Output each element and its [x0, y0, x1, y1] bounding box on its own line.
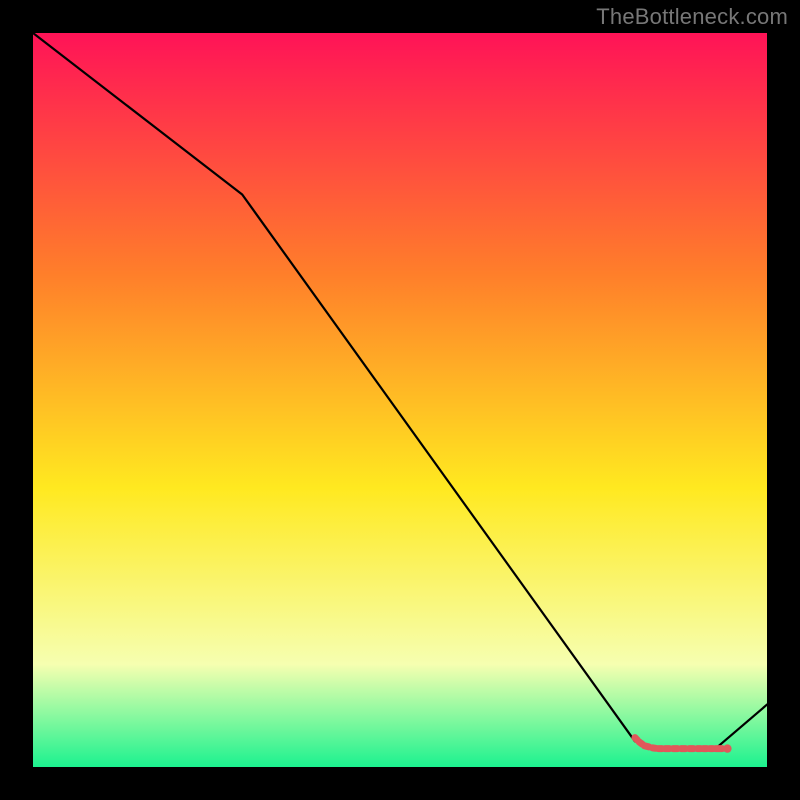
marker-dot [723, 744, 731, 752]
marker-dash [644, 746, 649, 747]
chart-frame: TheBottleneck.com [0, 0, 800, 800]
gradient-background [33, 33, 767, 767]
chart-svg [33, 33, 767, 767]
watermark-text: TheBottleneck.com [596, 4, 788, 30]
plot-area [33, 33, 767, 767]
